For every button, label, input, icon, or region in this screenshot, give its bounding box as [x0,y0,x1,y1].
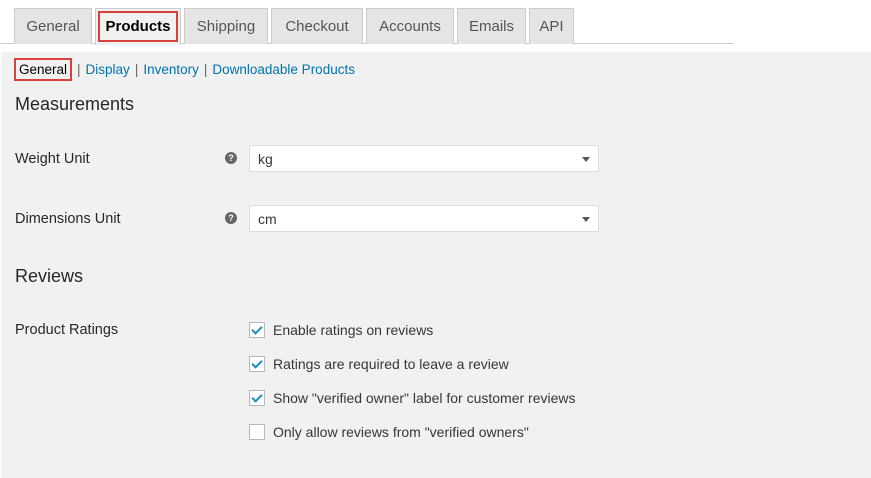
tab-accounts[interactable]: Accounts [366,8,454,44]
measurements-heading: Measurements [15,94,135,114]
tab-general[interactable]: General [14,8,92,44]
weight-unit-label: Weight Unit [15,151,90,167]
verified-owner-label-text[interactable]: Show "verified owner" label for customer… [273,390,576,406]
chevron-down-icon [582,217,590,222]
product-ratings-label: Product Ratings [15,322,119,338]
tab-products-label: Products [105,18,171,35]
enable-ratings-option[interactable]: Enable ratings on reviews [249,321,433,339]
weight-unit-select[interactable]: kg [249,145,599,172]
subnav-inventory[interactable]: Inventory [143,62,199,77]
enable-ratings-checkbox[interactable] [249,322,265,338]
dimensions-unit-select[interactable]: cm [249,205,599,232]
tab-emails[interactable]: Emails [457,8,526,44]
subnav-display[interactable]: Display [86,62,130,77]
verified-owner-label-option[interactable]: Show "verified owner" label for customer… [249,389,576,407]
subnav-downloadable-products[interactable]: Downloadable Products [212,62,355,77]
subnav-separator: | [77,61,81,77]
ratings-required-label[interactable]: Ratings are required to leave a review [273,356,509,372]
checkmark-icon [251,323,263,335]
subnav-separator: | [203,61,208,77]
chevron-down-icon [582,157,590,162]
weight-unit-value: kg [258,150,273,167]
checkmark-icon [251,357,263,369]
tab-shipping[interactable]: Shipping [184,8,268,44]
settings-content: General | Display | Inventory | Download… [1,52,871,478]
ratings-required-checkbox[interactable] [249,356,265,372]
verified-owners-only-option[interactable]: Only allow reviews from "verified owners… [249,423,529,441]
tab-api[interactable]: API [529,8,574,44]
verified-owners-only-checkbox[interactable] [249,424,265,440]
tab-products[interactable]: Products [95,8,181,45]
subnav-general[interactable]: General [14,57,73,81]
section-subnav: General | Display | Inventory | Download… [14,57,355,81]
settings-tab-bar: General Products Shipping Checkout Accou… [0,0,734,52]
verified-owner-label-checkbox[interactable] [249,390,265,406]
tab-checkout[interactable]: Checkout [271,8,363,44]
subnav-separator: | [134,61,139,77]
ratings-required-option[interactable]: Ratings are required to leave a review [249,355,509,373]
checkmark-icon [251,391,263,403]
verified-owners-only-label[interactable]: Only allow reviews from "verified owners… [273,424,529,440]
dimensions-unit-label: Dimensions Unit [15,211,121,227]
reviews-heading: Reviews [15,266,84,286]
help-icon[interactable]: ? [225,212,237,224]
dimensions-unit-value: cm [258,210,277,227]
help-icon[interactable]: ? [225,152,237,164]
enable-ratings-label[interactable]: Enable ratings on reviews [273,322,433,338]
